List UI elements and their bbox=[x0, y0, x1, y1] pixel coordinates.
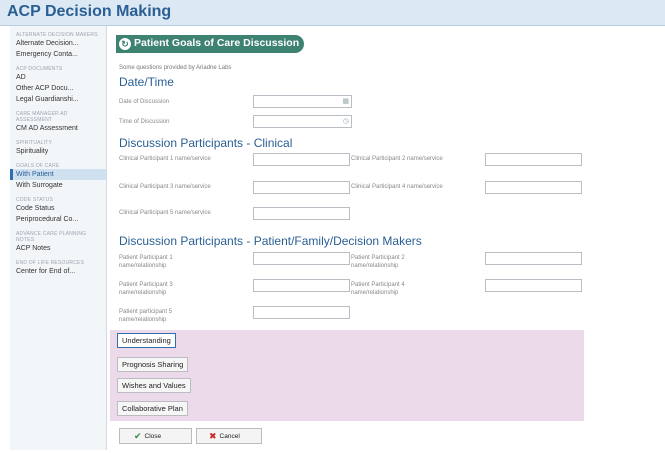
sidebar-section-acp-notes: ADVANCE CARE PLANNING NOTES ACP Notes bbox=[10, 231, 106, 254]
clinical-participant-4-label: Clinical Participant 4 name/service bbox=[351, 184, 443, 190]
date-of-discussion-input[interactable]: ▦ bbox=[253, 95, 352, 108]
patient-participant-3-input[interactable] bbox=[253, 279, 350, 292]
sidebar-item-acp-notes[interactable]: ACP Notes bbox=[10, 243, 106, 254]
check-icon: ✔ bbox=[134, 431, 142, 441]
sidebar-section-alternate-decision-makers: ALTERNATE DECISION MAKERS Alternate Deci… bbox=[10, 32, 106, 60]
app-title-bar: ACP Decision Making bbox=[0, 0, 665, 26]
app-title: ACP Decision Making bbox=[7, 3, 172, 20]
x-icon: ✖ bbox=[209, 431, 217, 441]
sidebar-item-code-status[interactable]: Code Status bbox=[10, 203, 106, 214]
patient-participant-3-label: Patient Participant 3 name/relationship bbox=[119, 282, 173, 296]
patient-participant-4-input[interactable] bbox=[485, 279, 582, 292]
calendar-icon[interactable]: ▦ bbox=[342, 98, 349, 106]
clinical-participant-2-input[interactable] bbox=[485, 153, 582, 166]
sidebar-section-code-status: CODE STATUS Code Status Periprocedural C… bbox=[10, 197, 106, 225]
tab-collaborative-plan[interactable]: Collaborative Plan bbox=[117, 401, 188, 416]
sidebar-item-center-for-end-of-life[interactable]: Center for End of... bbox=[10, 266, 106, 277]
clinical-participant-5-input[interactable] bbox=[253, 207, 350, 220]
section-heading-datetime: Date/Time bbox=[119, 75, 174, 89]
sidebar-item-spirituality[interactable]: Spirituality bbox=[10, 146, 106, 157]
clinical-participant-1-label: Clinical Participant 1 name/service bbox=[119, 156, 211, 162]
patient-participant-5-input[interactable] bbox=[253, 306, 350, 319]
form-title: Patient Goals of Care Discussion bbox=[134, 37, 300, 49]
discussion-tabs-panel: Understanding Prognosis Sharing Wishes a… bbox=[110, 330, 584, 421]
clinical-participant-3-input[interactable] bbox=[253, 181, 350, 194]
sidebar-item-periprocedural-code[interactable]: Periprocedural Co... bbox=[10, 214, 106, 225]
tab-wishes-and-values[interactable]: Wishes and Values bbox=[117, 378, 191, 393]
close-button-label: Close bbox=[144, 433, 162, 440]
patient-participant-2-input[interactable] bbox=[485, 252, 582, 265]
close-button[interactable]: ✔ Close bbox=[119, 428, 192, 444]
patient-participant-4-label: Patient Participant 4 name/relationship bbox=[351, 282, 405, 296]
sidebar-item-cm-ad-assessment[interactable]: CM AD Assessment bbox=[10, 123, 106, 134]
clock-icon[interactable]: ◷ bbox=[343, 118, 349, 126]
sidebar: ALTERNATE DECISION MAKERS Alternate Deci… bbox=[10, 26, 107, 450]
sidebar-item-legal-guardianship[interactable]: Legal Guardianshi... bbox=[10, 94, 106, 105]
cancel-button[interactable]: ✖ Cancel bbox=[196, 428, 262, 444]
section-heading-clinical: Discussion Participants - Clinical bbox=[119, 136, 293, 150]
sidebar-section-heading: ADVANCE CARE PLANNING NOTES bbox=[16, 231, 87, 243]
sidebar-section-acp-documents: ACP DOCUMENTS AD Other ACP Docu... Legal… bbox=[10, 66, 106, 105]
sidebar-item-with-patient[interactable]: With Patient bbox=[10, 169, 106, 180]
sidebar-section-spirituality: SPIRITUALITY Spirituality bbox=[10, 140, 106, 157]
patient-participant-2-label: Patient Participant 2 name/relationship bbox=[351, 255, 405, 269]
sidebar-item-with-surrogate[interactable]: With Surrogate bbox=[10, 180, 106, 191]
sidebar-item-ad[interactable]: AD bbox=[10, 72, 106, 83]
sidebar-item-alternate-decision[interactable]: Alternate Decision... bbox=[10, 38, 106, 49]
sidebar-section-heading: CARE MANAGER AD ASSESSMENT bbox=[16, 111, 68, 123]
clinical-participant-3-label: Clinical Participant 3 name/service bbox=[119, 184, 211, 190]
attribution-note: Some questions provided by Ariadne Labs bbox=[119, 65, 232, 71]
sidebar-section-goals-of-care: GOALS OF CARE With Patient With Surrogat… bbox=[10, 163, 106, 191]
time-of-discussion-input[interactable]: ◷ bbox=[253, 115, 352, 128]
cancel-button-label: Cancel bbox=[219, 433, 240, 440]
patient-participant-1-label: Patient Participant 1 name/relationship bbox=[119, 255, 173, 269]
tab-understanding[interactable]: Understanding bbox=[117, 333, 176, 348]
sidebar-section-care-manager: CARE MANAGER AD ASSESSMENT CM AD Assessm… bbox=[10, 111, 106, 134]
patient-participant-5-label: Patient participant 5 name/relationship bbox=[119, 309, 173, 323]
sidebar-item-emergency-contact[interactable]: Emergency Conta... bbox=[10, 49, 106, 60]
sidebar-section-end-of-life: END OF LIFE RESOURCES Center for End of.… bbox=[10, 260, 106, 277]
clinical-participant-1-input[interactable] bbox=[253, 153, 350, 166]
form-header: ↻ Patient Goals of Care Discussion bbox=[116, 35, 304, 53]
sidebar-item-other-acp-documents[interactable]: Other ACP Docu... bbox=[10, 83, 106, 94]
form-panel: ↻ Patient Goals of Care Discussion Some … bbox=[110, 30, 665, 453]
clinical-participant-2-label: Clinical Participant 2 name/service bbox=[351, 156, 443, 162]
date-label: Date of Discussion bbox=[119, 99, 170, 105]
clinical-participant-4-input[interactable] bbox=[485, 181, 582, 194]
section-heading-patient: Discussion Participants - Patient/Family… bbox=[119, 234, 422, 248]
patient-participant-1-input[interactable] bbox=[253, 252, 350, 265]
tab-prognosis-sharing[interactable]: Prognosis Sharing bbox=[117, 357, 189, 372]
refresh-icon: ↻ bbox=[119, 38, 131, 50]
clinical-participant-5-label: Clinical Participant 5 name/service bbox=[119, 210, 211, 216]
time-label: Time of Discussion bbox=[119, 119, 170, 125]
